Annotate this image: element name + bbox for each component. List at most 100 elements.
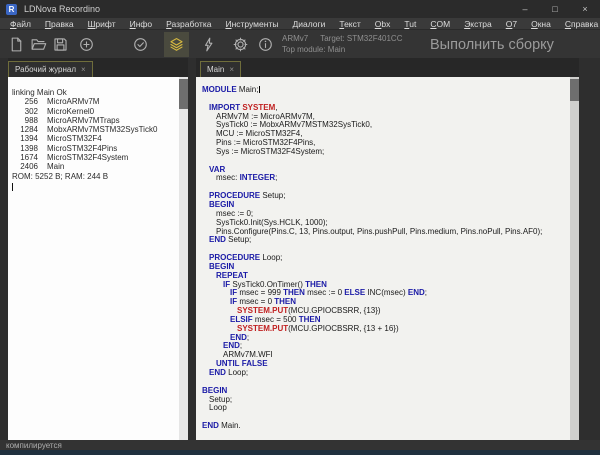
menu-item-extra[interactable]: Экстра [464,19,492,29]
code-line [196,378,570,387]
gear-icon[interactable] [232,36,249,53]
status-text: компилируется [6,441,62,450]
code-keyword: PROCEDURE [209,253,260,262]
menu-item-dialogs[interactable]: Диалоги [292,19,325,29]
app-window: R LDNova Recordino – □ × Файл Правка Шрифт… [0,0,600,455]
editor-scrollbar-thumb[interactable] [570,79,579,101]
top-module-label: Top module: Main [282,45,345,54]
tab-work-log-label: Рабочий журнал [15,65,76,74]
menu-item-tut[interactable]: Tut [404,19,416,29]
close-button[interactable]: × [570,0,600,18]
menu-item-font[interactable]: Шрифт [88,19,116,29]
code-line: END Loop; [196,369,570,378]
layers-icon[interactable] [164,32,189,57]
text-caret [259,86,260,93]
log-entry-size: 988 [8,116,38,125]
code-keyword: VAR [209,165,225,174]
close-icon[interactable]: × [229,65,234,74]
code-keyword: THEN [283,288,305,297]
code-line [196,157,570,166]
code-keyword: END [209,368,226,377]
open-folder-icon[interactable] [30,36,47,53]
target-label: Target: STM32F401CC [320,33,402,44]
log-entry-name: MicroSTM32F4 [47,134,102,143]
code-text: ARMv7M := MicroARMv7M, [216,112,315,121]
menu-item-edit[interactable]: Правка [45,19,74,29]
code-text: (MCU.GPIOCBSRR, {13 + 16}) [288,324,398,333]
code-keyword: THEN [305,280,327,289]
code-text: Loop; [260,253,282,262]
code-text: SysTick0 := MobxARMv7MSTM32SysTick0, [216,120,372,129]
code-line: BEGIN [196,387,570,396]
code-keyword: END [202,421,219,430]
menu-item-com[interactable]: COM [430,19,450,29]
maximize-button[interactable]: □ [540,0,570,18]
log-entry: 1398MicroSTM32F4Pins [8,144,179,153]
code-keyword: FALSE [242,359,268,368]
menu-item-help[interactable]: Справка [565,19,598,29]
code-keyword: END [223,341,240,350]
code-text: ; [247,333,249,342]
code-system-call: SYSTEM.PUT [237,324,288,333]
code-text: Setup; [209,395,232,404]
code-text: msec = 999 [237,288,283,297]
menu-item-text[interactable]: Текст [339,19,360,29]
menu-item-file[interactable]: Файл [10,19,31,29]
tab-work-log[interactable]: Рабочий журнал × [8,61,93,77]
code-line [196,413,570,422]
code-line: Pins.Configure(Pins.C, 13, Pins.output, … [196,228,570,237]
code-text: Pins := MicroSTM32F4Pins, [216,138,315,147]
tab-main[interactable]: Main × [200,61,241,77]
code-line: Sys := MicroSTM32F4System; [196,148,570,157]
log-entry: 256MicroARMv7M [8,97,179,106]
code-editor[interactable]: MODULE Main; IMPORT SYSTEM,ARMv7M := Mic… [196,77,570,440]
log-scrollbar-thumb[interactable] [179,79,188,109]
log-entry-name: MicroSTM32F4System [47,153,128,162]
close-icon[interactable]: × [81,65,86,74]
build-button[interactable]: Выполнить сборку [430,37,554,53]
code-keyword: REPEAT [216,271,248,280]
code-keyword: BEGIN [202,386,227,395]
code-text: ARMv7M.WFI [223,350,273,359]
code-line: END Main. [196,422,570,431]
tab-main-label: Main [207,65,224,74]
add-circle-icon[interactable] [78,36,95,53]
title-bar: R LDNova Recordino – □ × [0,0,600,18]
code-text: SysTick0.Init(Sys.HCLK, 1000); [216,218,328,227]
new-file-icon[interactable] [8,36,25,53]
log-scrollbar[interactable] [179,77,188,440]
code-text: , [275,103,277,112]
flash-icon[interactable] [200,36,217,53]
code-text: Pins.Configure(Pins.C, 13, Pins.output, … [216,227,542,236]
code-text: SysTick0.OnTimer() [230,280,305,289]
log-entry-size: 1398 [8,144,38,153]
minimize-button[interactable]: – [510,0,540,18]
code-keyword: BEGIN [209,200,234,209]
editor-scrollbar[interactable] [570,77,579,440]
panel-splitter[interactable] [188,58,196,440]
code-text: Loop [209,403,227,412]
code-keyword: BEGIN [209,262,234,271]
code-line: PROCEDURE Loop; [196,254,570,263]
code-text: msec = 0 [237,297,274,306]
menu-item-info[interactable]: Инфо [130,19,153,29]
code-keyword: THEN [299,315,321,324]
log-entry: 1394MicroSTM32F4 [8,134,179,143]
save-icon[interactable] [52,36,69,53]
code-keyword: INTEGER [240,173,276,182]
menu-item-windows[interactable]: Окна [531,19,551,29]
code-keyword: END [408,288,425,297]
menu-item-o7[interactable]: O7 [506,19,517,29]
log-entry: 302MicroKernel0 [8,107,179,116]
status-bar: компилируется [0,440,600,450]
code-keyword: ELSE [344,288,365,297]
menu-item-obx[interactable]: Obx [375,19,391,29]
menu-item-tools[interactable]: Инструменты [225,19,278,29]
menu-bar: Файл Правка Шрифт Инфо Разработка Инструменты… [0,18,600,29]
window-title: LDNova Recordino [24,4,100,14]
info-icon[interactable] [257,36,274,53]
log-entry: 2406Main [8,162,179,171]
menu-item-development[interactable]: Разработка [166,19,211,29]
check-circle-icon[interactable] [132,36,149,53]
log-output[interactable]: linking Main Ok256MicroARMv7M302MicroKer… [8,77,179,440]
